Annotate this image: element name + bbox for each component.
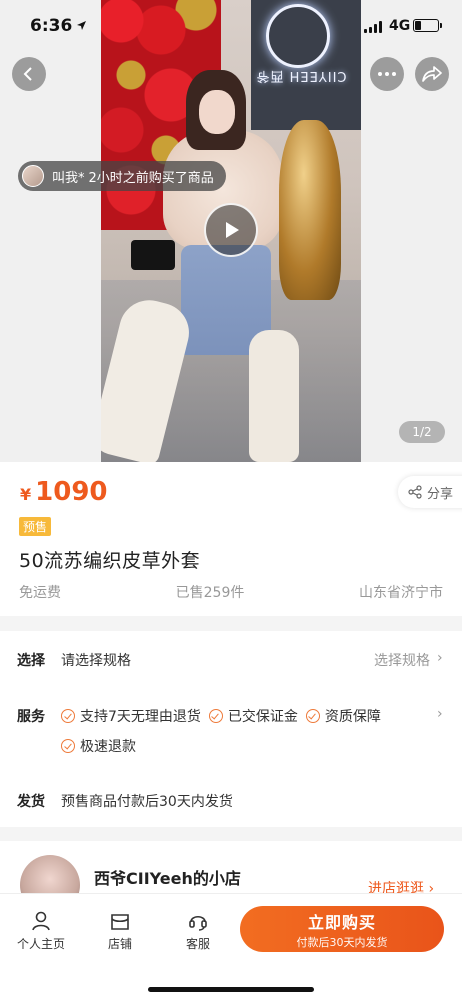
buy-now-button[interactable]: 立即购买 付款后30天内发货 (240, 906, 444, 952)
logo-text: CIIYEEH 西爷 (255, 68, 347, 83)
share-button[interactable]: 分享 (398, 476, 462, 508)
location-arrow-icon (77, 21, 86, 30)
headset-icon (189, 915, 207, 931)
service-label: 服务 (17, 709, 45, 725)
tab-profile-label: 个人主页 (16, 937, 65, 951)
buyer-name: 叫我* (52, 170, 85, 186)
service-item: 资质保障 (305, 706, 381, 726)
price-value: 1090 (35, 477, 108, 507)
select-label: 选择 (17, 653, 45, 669)
chevron-right-icon: › (437, 650, 443, 666)
more-button[interactable] (370, 57, 404, 91)
shipping-value: 预售商品付款后30天内发货 (61, 794, 233, 810)
share-top-button[interactable] (415, 57, 449, 91)
more-dots-icon (378, 72, 396, 76)
shipping-label: 发货 (17, 794, 45, 810)
network-type: 4G (389, 18, 411, 34)
shop-name[interactable]: 西爷CIIYeeh的小店 (94, 865, 241, 889)
product-media[interactable]: CIIYEEH 西爷 叫我* 2小时之前购买了商品 1/2 (0, 0, 462, 462)
play-icon (226, 222, 239, 238)
signal-icon (364, 21, 382, 33)
status-time: 6:36 (30, 16, 73, 36)
gold-figure (279, 120, 341, 300)
back-button[interactable] (12, 57, 46, 91)
purchase-text: 2小时之前购买了商品 (88, 170, 214, 186)
product-page: CIIYEEH 西爷 叫我* 2小时之前购买了商品 1/2 6:36 4G ¥ … (0, 0, 462, 1000)
status-bar: 6:36 4G (0, 0, 462, 50)
battery-icon (413, 19, 439, 32)
select-spec-link[interactable]: 选择规格 (374, 650, 430, 670)
recent-purchase-toast: 叫我* 2小时之前购买了商品 (18, 161, 226, 191)
check-circle-icon (305, 709, 320, 723)
service-item: 极速退款 (61, 736, 136, 756)
sold-count: 已售259件 (175, 585, 245, 601)
chevron-right-icon: › (437, 706, 443, 722)
home-indicator[interactable] (148, 987, 314, 992)
tab-store[interactable]: 店铺 (93, 910, 147, 952)
product-title: 50流苏编织皮草外套 (19, 550, 201, 572)
price-currency: ¥ (20, 485, 32, 504)
select-value: 请选择规格 (61, 653, 131, 669)
media-page-indicator: 1/2 (399, 421, 445, 443)
bottom-action-bar: 个人主页 店铺 客服 立即购买 付款后30天内发货 (0, 893, 462, 1000)
tab-profile[interactable]: 个人主页 (14, 910, 68, 952)
store-icon (111, 914, 129, 930)
price: ¥ 1090 (20, 477, 108, 507)
service-item: 支持7天无理由退货 (61, 706, 201, 726)
buy-now-label: 立即购买 (307, 912, 376, 932)
buyer-avatar (22, 165, 44, 187)
person-icon (32, 911, 50, 931)
select-spec-row[interactable]: 选择 请选择规格 选择规格 › (17, 650, 445, 670)
tab-service-label: 客服 (185, 937, 210, 951)
shipping-fee: 免运费 (19, 585, 61, 601)
play-video-button[interactable] (204, 203, 258, 257)
ship-from-location: 山东省济宁市 (358, 585, 443, 601)
product-meta: 免运费 已售259件 山东省济宁市 (19, 582, 443, 602)
share-arrow-icon (422, 66, 442, 82)
tab-customer-service[interactable]: 客服 (171, 910, 225, 952)
buy-now-sublabel: 付款后30天内发货 (296, 935, 388, 949)
share-label: 分享 (427, 486, 454, 502)
check-circle-icon (61, 709, 75, 723)
check-circle-icon (208, 709, 223, 723)
product-info-card: ¥ 1090 分享 预售 50流苏编织皮草外套 免运费 已售259件 山东省济宁… (0, 462, 462, 616)
tab-store-label: 店铺 (107, 937, 132, 951)
chevron-left-icon (23, 67, 32, 81)
spec-card: 选择 请选择规格 选择规格 › 服务 支持7天无理由退货 已交保证金 资质保障极速退… (0, 631, 462, 827)
share-icon (408, 485, 422, 499)
service-list: 支持7天无理由退货 已交保证金 资质保障极速退款 (61, 706, 441, 766)
check-circle-icon (61, 739, 75, 753)
shipping-row: 发货 预售商品付款后30天内发货 (17, 791, 445, 811)
presale-badge: 预售 (19, 517, 52, 536)
service-item: 已交保证金 (208, 706, 298, 726)
service-row[interactable]: 服务 支持7天无理由退货 已交保证金 资质保障极速退款 › (17, 706, 445, 766)
